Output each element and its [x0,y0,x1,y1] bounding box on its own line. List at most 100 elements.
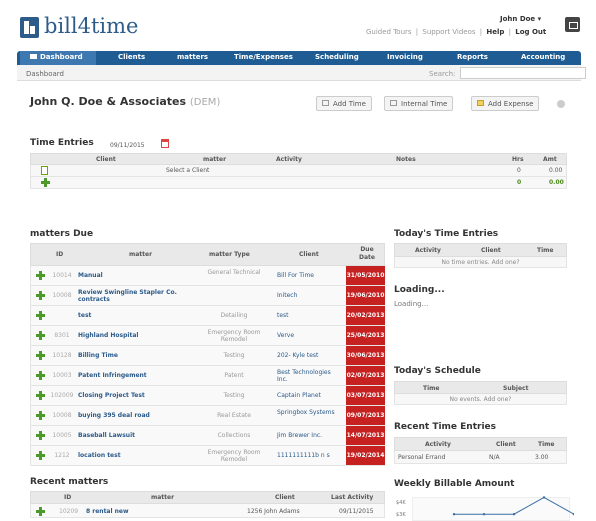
col-amt: Amt [543,156,557,163]
user-menu[interactable]: John Doe ▾ [500,15,541,23]
add-expense-label: Add Expense [488,100,534,108]
matter-name-link[interactable]: buying 395 deal road [78,412,204,419]
col-matter: matter [203,156,227,163]
nav-time-expenses[interactable]: Time/Expenses [234,53,293,61]
schedule-header: Time Subject [394,381,567,394]
nav-dashboard-label: Dashboard [40,53,83,61]
nav-invoicing[interactable]: Invoicing [387,53,423,61]
matter-due-row[interactable]: test Detailing test 20/02/2013 [30,306,385,326]
col-notes: Notes [396,156,416,163]
matter-due-row[interactable]: 10008 Review Swingline Stapler Co. contra… [30,286,385,306]
chart-point [482,513,486,516]
add-time-icon[interactable] [36,451,45,460]
add-icon[interactable] [36,507,45,516]
add-time-icon[interactable] [36,371,45,380]
client-link[interactable]: Bill For Time [277,272,343,279]
bill4time-logo-icon[interactable] [20,17,39,38]
matter-due-row[interactable]: 10014 Manual General Technical Bill For Tim… [30,266,385,286]
client-link[interactable]: Verve [277,332,343,339]
nav-matters[interactable]: matters [177,53,208,61]
total-hrs: 0 [517,179,522,186]
matter-name-link[interactable]: Patent Infringement [78,372,204,379]
matter-id: 8301 [54,332,70,339]
col-activity: Activity [276,156,302,163]
add-time-button[interactable]: Add Time [316,96,372,111]
account-icon[interactable] [565,17,580,32]
recent-matter-client[interactable]: 1256 John Adams [247,508,300,515]
recent-matter-row[interactable]: 10209 8 rental new 1256 John Adams 09/11… [30,504,385,518]
client-link[interactable]: Captain Planet [277,392,343,399]
logo-text[interactable]: bill4time [44,14,138,38]
company-name: John Q. Doe & Associates [30,95,187,108]
matter-due-row[interactable]: 1212 location test Emergency Room Remodel 1… [30,446,385,466]
add-entry-icon[interactable] [41,178,50,187]
note-icon[interactable] [41,166,48,175]
add-expense-icon [477,100,484,106]
search-input[interactable] [460,67,586,79]
matter-due-row[interactable]: 8301 Highland Hospital Emergency Room Remo… [30,326,385,346]
matter-type: Collections [217,432,251,439]
internal-time-button[interactable]: Internal Time [384,96,454,111]
client-link[interactable]: Springbox Systems [277,409,343,416]
todays-time-empty[interactable]: No time entries. Add one? [395,259,566,266]
matter-name-link[interactable]: Manual [78,272,204,279]
client-link[interactable]: Initech [277,292,343,299]
matter-due-row[interactable]: 10003 Patent Infringement Patent Best Techn… [30,366,385,386]
matter-name-link[interactable]: Highland Hospital [78,332,204,339]
add-time-icon[interactable] [36,271,45,280]
recent-matters-header: ID matter Client Last Activity [30,491,385,504]
client-link[interactable]: 1111111111b n s [277,452,343,459]
matters-due-header: ID matter matter Type Client Due Date [30,243,385,266]
logout-link[interactable]: Log Out [515,28,546,36]
matter-name-link[interactable]: Review Swingline Stapler Co. contracts [78,289,204,303]
calendar-icon[interactable] [161,139,169,148]
client-link[interactable]: Best Technologies Inc. [277,369,343,383]
add-time-icon[interactable] [36,411,45,420]
matter-type: Testing [223,352,245,359]
due-date: 19/06/2010 [346,286,385,305]
matter-due-row[interactable]: 10128 Billing Time Testing 202- Kyle test 30… [30,346,385,366]
add-expense-button[interactable]: Add Expense [471,96,540,111]
nav-clients[interactable]: Clients [118,53,145,61]
client-link[interactable]: test [277,312,343,319]
nav-accounting[interactable]: Accounting [521,53,565,61]
matter-due-row[interactable]: 102009 Closing Project Test Testing Captain… [30,386,385,406]
help-link[interactable]: Help [486,28,504,36]
recent-matter-name[interactable]: 8 rental new [86,508,129,515]
matter-due-row[interactable]: 10008 buying 395 deal road Real Estate Spri… [30,406,385,426]
matter-name-link[interactable]: Closing Project Test [78,392,204,399]
add-time-icon[interactable] [36,351,45,360]
add-time-icon[interactable] [36,391,45,400]
add-time-icon[interactable] [36,331,45,340]
add-time-icon[interactable] [36,291,45,300]
support-videos-link[interactable]: Support Videos [422,28,475,36]
todays-time-header: Activity Client Time [394,243,567,257]
time-entries-date[interactable]: 09/11/2015 [110,142,145,149]
matter-id: 10005 [52,432,72,439]
matter-name-link[interactable]: test [78,312,204,319]
recent-time-row[interactable]: Personal Errand N/A 3.00 [394,451,567,464]
nav-reports[interactable]: Reports [457,53,488,61]
chart-point [542,496,546,499]
matter-name-link[interactable]: Baseball Lawsuit [78,432,204,439]
client-link[interactable]: Jim Brewer Inc. [277,432,343,439]
entry-amt[interactable]: 0.00 [549,167,562,174]
nav-scheduling[interactable]: Scheduling [315,53,359,61]
matter-name-link[interactable]: Billing Time [78,352,204,359]
help-icon[interactable] [557,100,565,108]
guided-tours-link[interactable]: Guided Tours [366,28,412,36]
client-link[interactable]: 202- Kyle test [277,352,343,359]
add-time-icon[interactable] [36,311,45,320]
matter-due-row[interactable]: 10005 Baseball Lawsuit Collections Jim Brew… [30,426,385,446]
entry-hrs[interactable]: 0 [517,167,521,174]
schedule-empty[interactable]: No events. Add one? [395,396,566,403]
recent-time-header: Activity Client Time [394,437,567,451]
breadcrumb: Dashboard [26,70,64,78]
due-date: 03/07/2013 [346,386,385,405]
matter-name-link[interactable]: location test [78,452,204,459]
nav-dashboard[interactable]: Dashboard [30,53,83,61]
add-time-icon[interactable] [36,431,45,440]
matter-id: 10128 [52,352,72,359]
matter-select[interactable]: Select a Client [166,167,209,174]
company-code: (DEM) [189,97,221,108]
